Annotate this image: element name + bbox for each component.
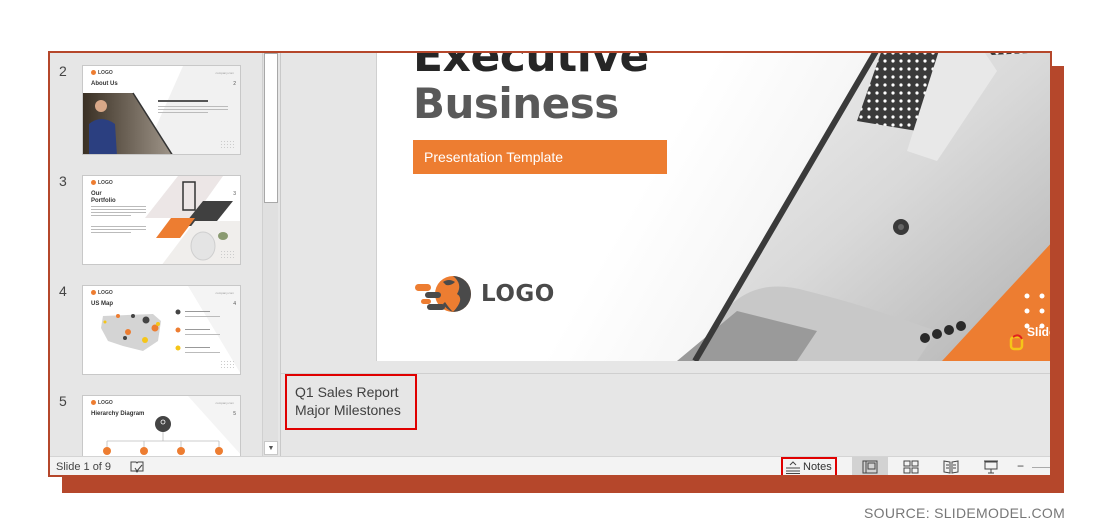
thumbnail-logo: LOGO xyxy=(91,290,113,296)
notes-line-1[interactable]: Q1 Sales Report xyxy=(295,383,415,401)
slide-editor: Executive Business Presentation Template xyxy=(281,53,1050,373)
slide-show-icon xyxy=(984,460,998,474)
slide-title-line-2[interactable]: Business xyxy=(413,83,619,125)
thumbnail-scrollbar[interactable]: ▼ xyxy=(262,53,278,456)
zoom-out-button[interactable]: − xyxy=(1017,459,1024,473)
scroll-down-arrow-icon[interactable]: ▼ xyxy=(264,441,278,455)
thumbnail-number: 4 xyxy=(59,283,67,299)
title-part: Diagram xyxy=(120,411,145,417)
slide-thumbnail-pane[interactable]: 2 LOGO company.com About Us 2 3 LOGO Our… xyxy=(50,53,280,456)
thumbnail-title: Our Portfolio xyxy=(91,191,116,205)
normal-view-button[interactable] xyxy=(852,457,888,475)
portfolio-graphics xyxy=(91,176,240,264)
thumbnail-title: About Us xyxy=(91,81,118,87)
thumbnail-logo: LOGO xyxy=(91,400,113,406)
thumbnail-logo: LOGO xyxy=(91,70,113,76)
title-part: Us xyxy=(110,81,118,87)
thumbnail-slide-number: 3 xyxy=(233,191,236,197)
slide-count: Slide 1 of 9 xyxy=(56,461,112,473)
about-us-photo xyxy=(83,66,240,154)
slide-logo[interactable]: LOGO xyxy=(413,274,555,314)
powerpoint-window: 2 LOGO company.com About Us 2 3 LOGO Our… xyxy=(48,51,1052,477)
title-part: About xyxy=(91,81,109,87)
thumbnail-preview[interactable]: LOGO company.com Hierarchy Diagram 5 xyxy=(82,395,241,456)
title-part: Our xyxy=(91,191,102,197)
thumbnail-title: US Map xyxy=(91,301,113,307)
logo-text: LOGO xyxy=(481,281,555,307)
stage: 2 LOGO company.com About Us 2 3 LOGO Our… xyxy=(0,0,1100,530)
notes-icon xyxy=(786,461,800,474)
title-part: Map xyxy=(101,301,114,307)
source-credit: SOURCE: SLIDEMODEL.COM xyxy=(864,505,1066,521)
slide-title-line-1[interactable]: Executive xyxy=(413,53,649,79)
status-bar: Slide 1 of 9 Notes − xyxy=(50,456,1050,475)
brand-text: Slide xyxy=(1027,325,1050,339)
thumbnail-number: 2 xyxy=(59,63,67,79)
notes-label: Notes xyxy=(803,461,832,473)
title-part: Hierarchy xyxy=(91,411,119,417)
thumbnail-slide-number: 2 xyxy=(233,81,236,87)
notes-button[interactable]: Notes xyxy=(781,457,837,475)
current-slide[interactable]: Executive Business Presentation Template xyxy=(376,53,1050,361)
dots-decoration xyxy=(220,360,234,368)
slide-show-button[interactable] xyxy=(973,457,1009,475)
scrollbar-thumb[interactable] xyxy=(264,53,278,203)
slide-subtitle[interactable]: Presentation Template xyxy=(413,140,667,174)
dots-decoration xyxy=(220,140,234,148)
thumbnail-preview[interactable]: LOGO company.com About Us 2 xyxy=(82,65,241,155)
thumbnail-url: company.com xyxy=(215,401,234,405)
notes-line-2[interactable]: Major Milestones xyxy=(295,401,415,419)
zoom-slider[interactable] xyxy=(1032,467,1050,468)
thumbnail-number: 3 xyxy=(59,173,67,189)
spell-check-icon[interactable] xyxy=(130,460,144,474)
thumbnail-slide-number: 4 xyxy=(233,301,236,307)
notes-highlight[interactable]: Q1 Sales Report Major Milestones xyxy=(285,374,417,430)
thumbnail-preview[interactable]: LOGO company.com US Map 4 xyxy=(82,285,241,375)
reading-view-icon xyxy=(943,460,959,474)
thumbnail-title: Hierarchy Diagram xyxy=(91,411,144,417)
dots-decoration xyxy=(220,250,234,258)
slide-sorter-button[interactable] xyxy=(893,457,929,475)
thumbnail-number: 5 xyxy=(59,393,67,409)
normal-view-icon xyxy=(862,460,878,474)
title-part: Portfolio xyxy=(91,198,116,204)
thumbnail-url: company.com xyxy=(215,291,234,295)
thumbnail-preview[interactable]: LOGO Our Portfolio 3 xyxy=(82,175,241,265)
thumbnail-logo: LOGO xyxy=(91,180,113,186)
notes-pane[interactable]: Q1 Sales Report Major Milestones xyxy=(281,373,1050,456)
us-map-graphic xyxy=(101,286,240,373)
title-part: US xyxy=(91,301,100,307)
slide-sorter-icon xyxy=(903,460,919,474)
thumbnail-slide-number: 5 xyxy=(233,411,236,417)
thumbnail-url: company.com xyxy=(215,71,234,75)
globe-logo-icon xyxy=(415,276,471,312)
reading-view-button[interactable] xyxy=(933,457,969,475)
